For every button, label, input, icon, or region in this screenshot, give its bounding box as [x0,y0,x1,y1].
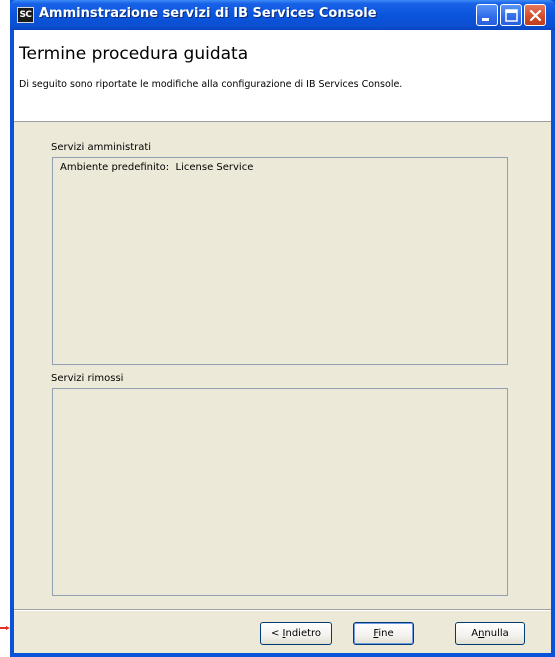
app-icon: SC [17,7,34,23]
pointer-arrow-icon [0,626,10,630]
finish-button[interactable]: Fine [353,622,414,645]
list-item[interactable]: Ambiente predefinito: License Service [60,162,253,173]
back-button-prefix: < [270,628,283,639]
window-title: Amminstrazione servizi di IB Services Co… [39,6,377,21]
minimize-button[interactable] [476,4,498,26]
close-icon [529,9,542,22]
managed-services-list[interactable]: Ambiente predefinito: License Service [52,157,508,365]
footer-divider [14,609,551,611]
dialog-body: Termine procedura guidata Di seguito son… [14,30,551,653]
back-button[interactable]: < Indietro [260,622,332,645]
page-title: Termine procedura guidata [19,44,249,64]
managed-services-label: Servizi amministrati [51,142,152,153]
wizard-window: SC Amminstrazione servizi di IB Services… [10,0,555,657]
removed-services-label: Servizi rimossi [51,373,124,384]
back-button-label: ndietro [285,628,322,639]
wizard-header: Termine procedura guidata Di seguito son… [14,30,551,122]
close-button[interactable] [524,4,546,26]
minimize-icon [482,18,489,21]
removed-services-list[interactable] [52,388,508,596]
maximize-icon [505,9,518,22]
cancel-button-label: nulla [484,628,509,639]
maximize-button[interactable] [500,4,522,26]
finish-button-label: ine [378,628,394,639]
cancel-button[interactable]: Annulla [455,622,525,645]
title-bar[interactable]: SC Amminstrazione servizi di IB Services… [10,0,555,30]
page-description: Di seguito sono riportate le modifiche a… [19,79,403,90]
